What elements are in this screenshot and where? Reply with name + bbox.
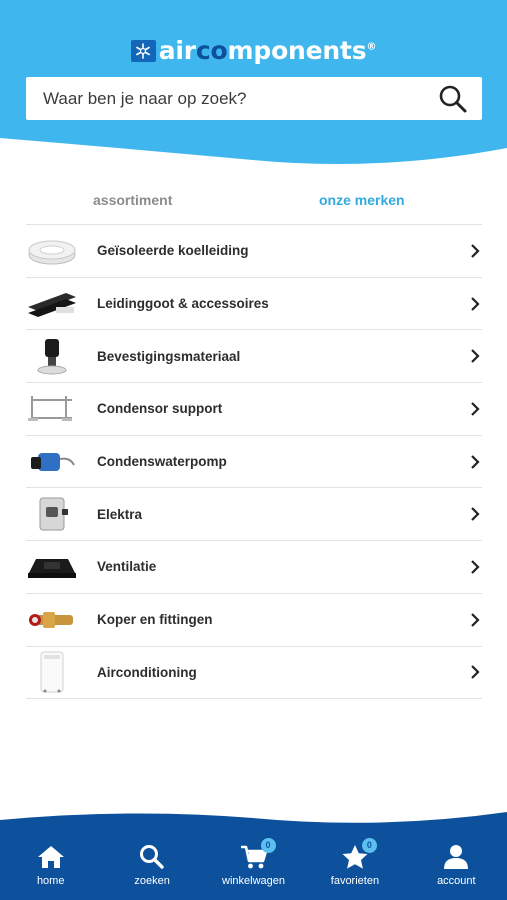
category-row-condenswaterpomp[interactable]: Condenswaterpomp — [26, 436, 482, 489]
chevron-right-icon — [471, 349, 480, 363]
nav-label: favorieten — [330, 875, 380, 887]
user-icon — [444, 845, 469, 869]
category-label: Airconditioning — [97, 664, 197, 680]
search-icon — [140, 845, 164, 869]
nav-zoeken[interactable]: zoeken — [101, 844, 202, 894]
chevron-right-icon — [471, 560, 480, 574]
nav-label: winkelwagen — [222, 875, 285, 887]
pipe-duct-icon — [26, 284, 78, 324]
category-row-elektra[interactable]: Elektra — [26, 488, 482, 542]
app: aircomponents® assortiment onze merken — [0, 0, 507, 900]
nav-home[interactable]: home — [0, 844, 101, 894]
category-label: Condensor support — [97, 401, 223, 417]
header: aircomponents® — [0, 0, 507, 170]
logo-part-air: air — [158, 36, 196, 65]
chevron-right-icon — [471, 612, 480, 627]
star-icon-wrap: 0 — [341, 838, 377, 870]
chevron-right-icon — [471, 402, 480, 416]
nav-label: home — [36, 875, 65, 887]
category-row-condensor-support[interactable]: Condensor support — [26, 383, 482, 436]
home-icon — [37, 846, 64, 868]
logo[interactable]: aircomponents® — [0, 36, 507, 65]
favorites-badge: 0 — [361, 838, 377, 853]
chevron-right-icon — [471, 454, 480, 469]
nav-winkelwagen[interactable]: 0 winkelwagen — [203, 838, 304, 894]
logo-part-mponents: mponents — [227, 36, 367, 65]
chevron-right-icon — [471, 244, 480, 258]
category-label: Leidinggoot & accessoires — [97, 296, 269, 312]
category-row-koper-en-fittingen[interactable]: Koper en fittingen — [26, 594, 482, 647]
nav-label: account — [437, 875, 476, 887]
category-label: Elektra — [97, 506, 143, 522]
switch-icon — [26, 494, 78, 534]
search-icon[interactable] — [438, 84, 468, 114]
category-row-ventilatie[interactable]: Ventilatie — [26, 541, 482, 594]
fitting-icon — [26, 600, 78, 640]
logo-text: aircomponents® — [159, 36, 377, 65]
mounting-icon — [26, 336, 78, 376]
category-label: Geïsoleerde koelleiding — [97, 243, 249, 259]
search-input[interactable] — [43, 88, 438, 109]
chevron-right-icon — [471, 296, 480, 311]
chevron-right-icon — [471, 507, 480, 522]
aircon-icon — [26, 651, 78, 693]
bottom-nav: home zoeken 0 winkelwagen 0 favorieten a… — [0, 808, 507, 900]
vent-icon — [26, 547, 78, 587]
nav-bar: home zoeken 0 winkelwagen 0 favorieten a… — [0, 838, 507, 894]
search-bar[interactable] — [26, 77, 482, 120]
registered-mark: ® — [366, 41, 377, 53]
category-row-leidinggoot[interactable]: Leidinggoot & accessoires — [26, 278, 482, 331]
category-label: Koper en fittingen — [97, 612, 213, 628]
category-row-airconditioning[interactable]: Airconditioning — [26, 647, 482, 700]
logo-part-co: co — [195, 36, 228, 65]
pump-icon — [26, 442, 78, 482]
bracket-icon — [26, 389, 78, 429]
tab-bar: assortiment onze merken — [26, 190, 482, 224]
nav-account[interactable]: account — [406, 844, 507, 894]
category-row-bevestigingsmateriaal[interactable]: Bevestigingsmateriaal — [26, 330, 482, 384]
category-list: Geïsoleerde koelleiding Leidinggoot & ac… — [26, 224, 482, 700]
cart-badge: 0 — [260, 838, 276, 853]
category-row-geisoleerde-koelleiding[interactable]: Geïsoleerde koelleiding — [26, 225, 482, 278]
category-label: Ventilatie — [97, 559, 157, 575]
nav-favorieten[interactable]: 0 favorieten — [304, 838, 405, 894]
snowflake-icon — [130, 39, 156, 62]
category-label: Bevestigingsmateriaal — [97, 348, 241, 364]
tab-assortiment[interactable]: assortiment — [26, 190, 256, 224]
category-label: Condenswaterpomp — [97, 454, 227, 470]
cart-icon-wrap: 0 — [240, 838, 276, 870]
chevron-right-icon — [471, 665, 480, 680]
tab-onze-merken[interactable]: onze merken — [256, 190, 482, 224]
insulated-pipe-icon — [26, 231, 78, 271]
nav-label: zoeken — [134, 875, 170, 887]
